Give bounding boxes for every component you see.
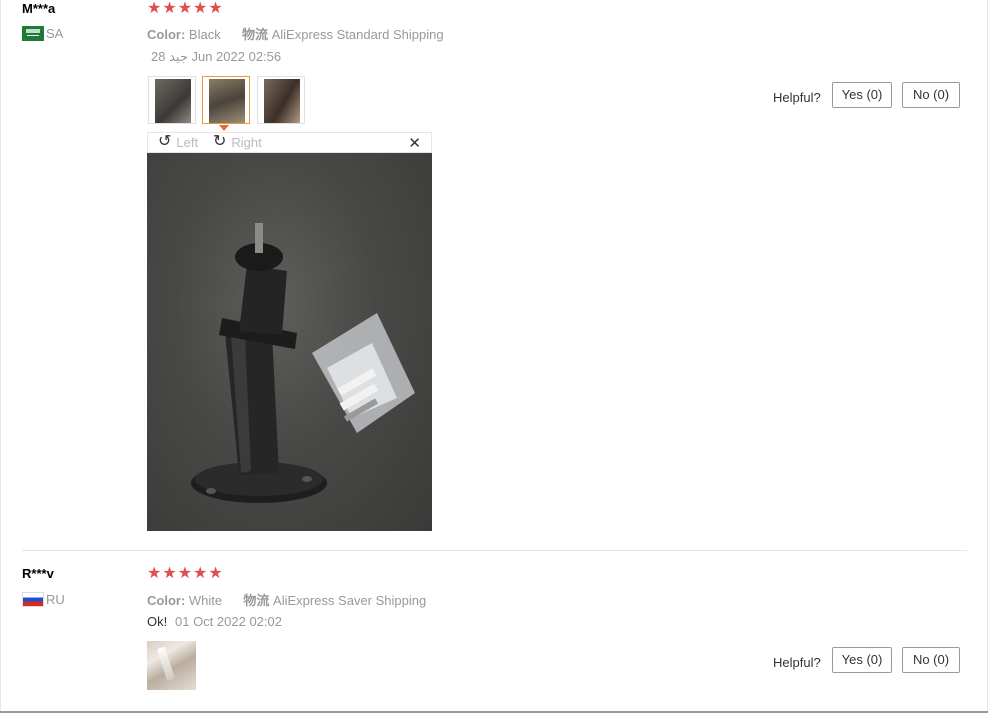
rotate-left-icon: ↺: [158, 133, 172, 150]
star-icon: ★: [208, 0, 223, 17]
review-divider: [22, 550, 967, 551]
star-icon: ★: [177, 0, 193, 17]
country-code: RU: [46, 592, 65, 607]
shipping-value: AliExpress Standard Shipping: [271, 27, 444, 42]
color-value: Black: [188, 27, 221, 42]
reviewer-country: RU: [22, 592, 65, 607]
review-date: 28 جيد Jun 2022 02:56: [151, 49, 282, 64]
shipping-value: AliExpress Saver Shipping: [273, 593, 427, 608]
review-photo-large: [147, 153, 432, 531]
review-photo-thumbnail-selected[interactable]: [202, 76, 250, 124]
order-info: Color: Black 物流 AliExpress Standard Ship…: [147, 24, 444, 43]
rotate-right-icon: ↻: [213, 133, 227, 150]
review-comment: Ok!: [147, 614, 168, 629]
review-photo-thumbnail[interactable]: [148, 76, 196, 124]
rotate-right-button[interactable]: ↻ Right: [213, 134, 262, 150]
order-info: Color: White 物流 AliExpress Saver Shippin…: [147, 590, 426, 609]
country-code: SA: [46, 26, 64, 41]
star-icon: ★: [193, 565, 208, 582]
color-label: Color:: [147, 593, 186, 608]
star-rating: ★ ★ ★ ★ ★: [147, 566, 223, 582]
close-icon[interactable]: ✕: [408, 134, 421, 152]
color-value: White: [188, 593, 223, 608]
star-icon: ★: [147, 0, 162, 17]
reviewer-name: M***a: [22, 1, 56, 16]
star-icon: ★: [193, 0, 208, 17]
shipping-label: 物流: [241, 27, 268, 42]
photo-viewer-toolbar: ↺ Left ↻ Right ✕: [147, 132, 432, 153]
saudi-arabia-flag-icon: [22, 26, 44, 41]
russia-flag-icon: [22, 592, 44, 607]
helpful-label: Helpful?: [773, 90, 821, 105]
review-photo-thumbnail[interactable]: [147, 641, 196, 690]
camera-mount-photo: [191, 223, 415, 503]
review-photo-thumbnail[interactable]: [257, 76, 305, 124]
star-rating: ★ ★ ★ ★ ★: [147, 1, 223, 17]
star-icon: ★: [177, 565, 193, 582]
shipping-label: 物流: [243, 593, 270, 608]
helpful-label: Helpful?: [773, 655, 821, 670]
rotate-left-button[interactable]: ↺ Left: [158, 134, 198, 150]
star-icon: ★: [162, 0, 177, 17]
star-icon: ★: [208, 565, 223, 582]
helpful-yes-button[interactable]: Yes (0): [832, 647, 892, 673]
helpful-no-button[interactable]: No (0): [902, 82, 960, 108]
review-date: 01 Oct 2022 02:02: [175, 614, 282, 629]
star-icon: ★: [162, 565, 177, 582]
helpful-yes-button[interactable]: Yes (0): [832, 82, 892, 108]
reviewer-country: SA: [22, 26, 63, 41]
star-icon: ★: [147, 565, 162, 582]
color-label: Color:: [147, 27, 186, 42]
reviewer-name: R***v: [22, 566, 54, 581]
rotate-right-label: Right: [231, 134, 262, 150]
helpful-no-button[interactable]: No (0): [902, 647, 960, 673]
rotate-left-label: Left: [176, 134, 199, 150]
selected-indicator-caret: [219, 125, 229, 131]
